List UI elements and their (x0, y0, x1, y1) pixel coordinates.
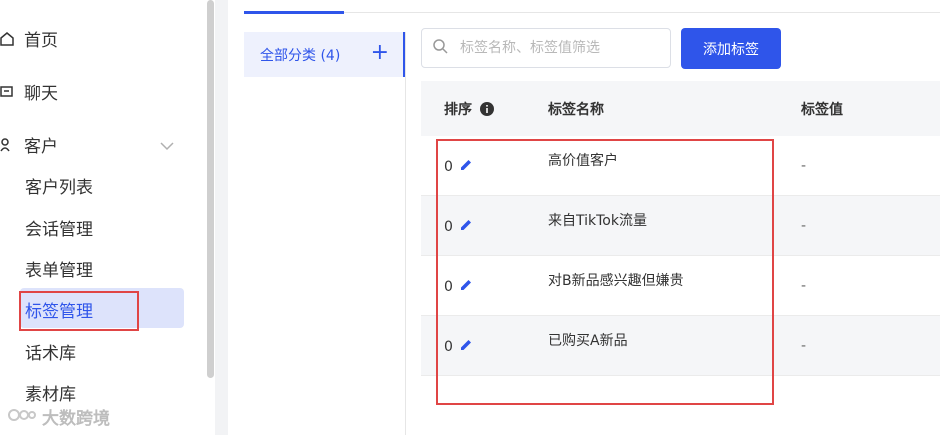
nav-item-label: 聊天 (24, 84, 58, 104)
search-input[interactable] (458, 39, 652, 57)
panel-divider (405, 32, 406, 435)
home-icon (0, 31, 14, 47)
column-header-label: 排序 (444, 102, 472, 118)
watermark: 大数跨境 (8, 404, 110, 429)
search-box[interactable] (421, 28, 671, 68)
info-icon[interactable] (480, 102, 494, 120)
tab-bar-line (244, 12, 940, 13)
category-label: 全部分类 (4) (260, 47, 341, 64)
highlight-box-table (436, 139, 774, 405)
sidebar: 首页 聊天 客户 客户列表 会话管理 表单管理 标签管理 话术库 素材库 大数跨… (0, 0, 215, 435)
watermark-logo-icon (8, 405, 38, 428)
sub-item-materials[interactable]: 素材库 (25, 380, 76, 405)
sidebar-scrollbar[interactable] (207, 0, 214, 378)
layout-gutter (215, 0, 228, 435)
sub-item-form-manage[interactable]: 表单管理 (25, 256, 93, 281)
column-header-value: 标签值 (801, 102, 843, 118)
plus-icon[interactable]: + (371, 41, 389, 65)
nav-item-home[interactable]: 首页 (0, 26, 58, 51)
category-item-all[interactable]: 全部分类 (4) + (244, 32, 405, 77)
column-header-sort[interactable]: 排序 (444, 99, 494, 120)
active-tab-indicator (244, 11, 344, 14)
customer-icon (0, 137, 14, 153)
watermark-text: 大数跨境 (42, 409, 110, 429)
highlight-box-sidebar (19, 291, 139, 331)
tag-value: - (801, 338, 807, 354)
sub-item-customer-list[interactable]: 客户列表 (25, 173, 93, 198)
sub-item-session-manage[interactable]: 会话管理 (25, 215, 93, 240)
nav-item-label: 首页 (24, 31, 58, 51)
category-panel: 全部分类 (4) + (244, 32, 406, 435)
nav-item-chat[interactable]: 聊天 (0, 79, 58, 104)
nav-item-customer[interactable]: 客户 (0, 132, 58, 157)
add-tag-button[interactable]: 添加标签 (681, 28, 781, 69)
search-icon (432, 38, 448, 58)
tag-value: - (801, 218, 807, 234)
column-header-name: 标签名称 (548, 102, 604, 118)
tag-value: - (801, 278, 807, 294)
chat-icon (0, 84, 14, 100)
sub-item-scripts[interactable]: 话术库 (25, 339, 76, 364)
nav-item-label: 客户 (24, 137, 58, 157)
chevron-down-icon[interactable] (160, 136, 174, 155)
table-header: 排序 标签名称 标签值 (421, 81, 940, 136)
tag-value: - (801, 158, 807, 174)
